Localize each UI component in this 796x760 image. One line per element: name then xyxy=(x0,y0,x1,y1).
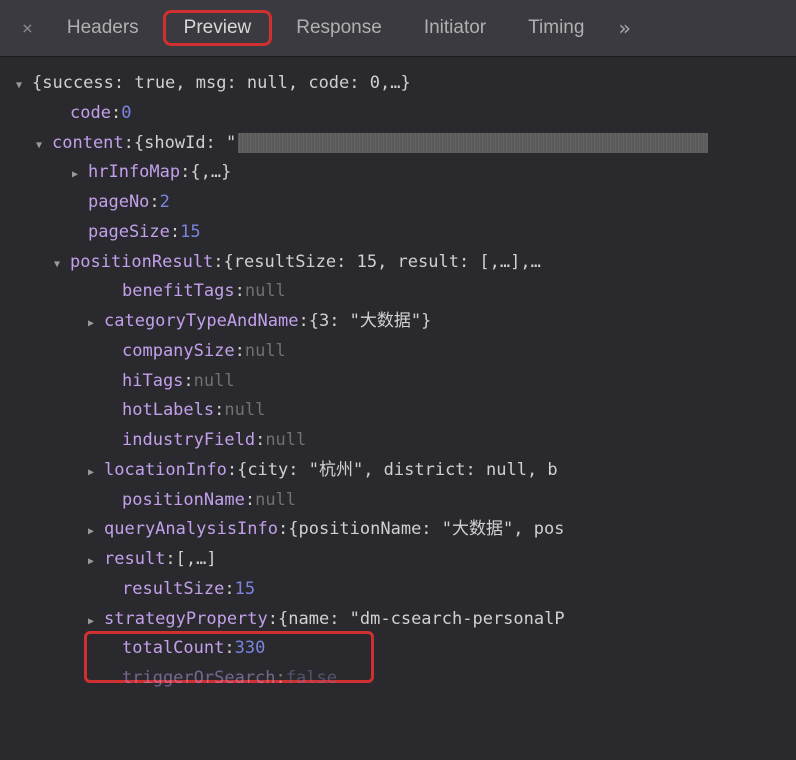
json-value: null xyxy=(194,367,235,397)
tree-row[interactable]: hiTags: null xyxy=(6,367,790,397)
json-key: resultSize xyxy=(122,575,224,605)
tree-row[interactable]: hotLabels: null xyxy=(6,396,790,426)
json-key: hotLabels xyxy=(122,396,214,426)
json-key: positionResult xyxy=(70,248,213,278)
tree-row[interactable]: queryAnalysisInfo: {positionName: "大数据",… xyxy=(0,515,790,545)
json-key: positionName xyxy=(122,486,245,516)
tab-headers[interactable]: Headers xyxy=(49,13,157,43)
tabs-overflow-icon[interactable]: » xyxy=(608,16,640,40)
tab-preview[interactable]: Preview xyxy=(163,10,273,46)
json-value: 2 xyxy=(160,188,170,218)
json-value: 15 xyxy=(180,218,200,248)
json-value: false xyxy=(286,664,337,694)
root-summary: {success: true, msg: null, code: 0,…} xyxy=(32,69,411,99)
json-key: industryField xyxy=(122,426,255,456)
json-value: null xyxy=(265,426,306,456)
expand-toggle-icon[interactable] xyxy=(88,456,100,486)
json-key: queryAnalysisInfo xyxy=(104,515,278,545)
json-key: strategyProperty xyxy=(104,605,268,635)
json-value: null xyxy=(245,277,286,307)
tree-row[interactable]: companySize: null xyxy=(6,337,790,367)
tab-response[interactable]: Response xyxy=(278,13,400,43)
tree-row[interactable]: categoryTypeAndName: {3: "大数据"} xyxy=(0,307,790,337)
tree-row[interactable]: positionResult: {resultSize: 15, result:… xyxy=(0,248,790,278)
tree-row[interactable]: locationInfo: {city: "杭州", district: nul… xyxy=(0,456,790,486)
json-value: null xyxy=(224,396,265,426)
expand-toggle-icon[interactable] xyxy=(72,158,84,188)
json-key: pageSize xyxy=(88,218,170,248)
json-summary: {city: "杭州", district: null, b xyxy=(237,456,558,486)
json-summary: {name: "dm-csearch-personalP xyxy=(278,605,565,635)
expand-toggle-icon[interactable] xyxy=(88,605,100,635)
tab-timing[interactable]: Timing xyxy=(510,13,602,43)
tree-row-totalcount[interactable]: totalCount: 330 xyxy=(6,634,790,664)
json-value: 0 xyxy=(121,99,131,129)
tree-row[interactable]: code: 0 xyxy=(6,99,790,129)
expand-toggle-icon[interactable] xyxy=(16,69,28,99)
expand-toggle-icon[interactable] xyxy=(54,248,66,278)
json-value: 330 xyxy=(235,634,266,664)
json-key: locationInfo xyxy=(104,456,227,486)
tree-row[interactable]: hrInfoMap: {,…} xyxy=(6,158,790,188)
tab-initiator[interactable]: Initiator xyxy=(406,13,504,43)
json-value: null xyxy=(245,337,286,367)
close-icon[interactable]: × xyxy=(12,18,43,39)
json-summary: {showId: " xyxy=(134,129,236,159)
json-key: content xyxy=(52,129,124,159)
json-value: 15 xyxy=(235,575,255,605)
json-summary: {3: "大数据"} xyxy=(309,307,432,337)
json-key: hrInfoMap xyxy=(88,158,180,188)
json-summary: {resultSize: 15, result: [,…],… xyxy=(224,248,541,278)
tree-row-root[interactable]: {success: true, msg: null, code: 0,…} xyxy=(6,69,790,99)
tree-row[interactable]: triggerOrSearch: false xyxy=(6,664,790,694)
devtools-tabs: × Headers Preview Response Initiator Tim… xyxy=(0,0,796,57)
json-summary: {,…} xyxy=(190,158,231,188)
json-key: benefitTags xyxy=(122,277,235,307)
tree-row[interactable]: benefitTags: null xyxy=(6,277,790,307)
tree-row[interactable]: content: {showId: " xyxy=(0,129,790,159)
json-key: totalCount xyxy=(122,634,224,664)
tree-row[interactable]: positionName: null xyxy=(6,486,790,516)
tree-row[interactable]: strategyProperty: {name: "dm-csearch-per… xyxy=(0,605,790,635)
json-key: triggerOrSearch xyxy=(122,664,276,694)
redacted-value xyxy=(238,133,708,153)
tree-row[interactable]: industryField: null xyxy=(6,426,790,456)
json-key: pageNo xyxy=(88,188,149,218)
json-key: code xyxy=(70,99,111,129)
json-key: hiTags xyxy=(122,367,183,397)
json-value: null xyxy=(255,486,296,516)
json-summary: {positionName: "大数据", pos xyxy=(288,515,564,545)
tree-row[interactable]: pageNo: 2 xyxy=(6,188,790,218)
json-preview-tree: {success: true, msg: null, code: 0,…} co… xyxy=(0,57,796,700)
expand-toggle-icon[interactable] xyxy=(88,515,100,545)
tree-row[interactable]: result: [,…] xyxy=(0,545,790,575)
json-key: result xyxy=(104,545,165,575)
json-key: categoryTypeAndName xyxy=(104,307,298,337)
expand-toggle-icon[interactable] xyxy=(88,545,100,575)
tree-row[interactable]: pageSize: 15 xyxy=(6,218,790,248)
expand-toggle-icon[interactable] xyxy=(36,129,48,159)
tree-row[interactable]: resultSize: 15 xyxy=(6,575,790,605)
json-key: companySize xyxy=(122,337,235,367)
expand-toggle-icon[interactable] xyxy=(88,307,100,337)
json-summary: [,…] xyxy=(176,545,217,575)
